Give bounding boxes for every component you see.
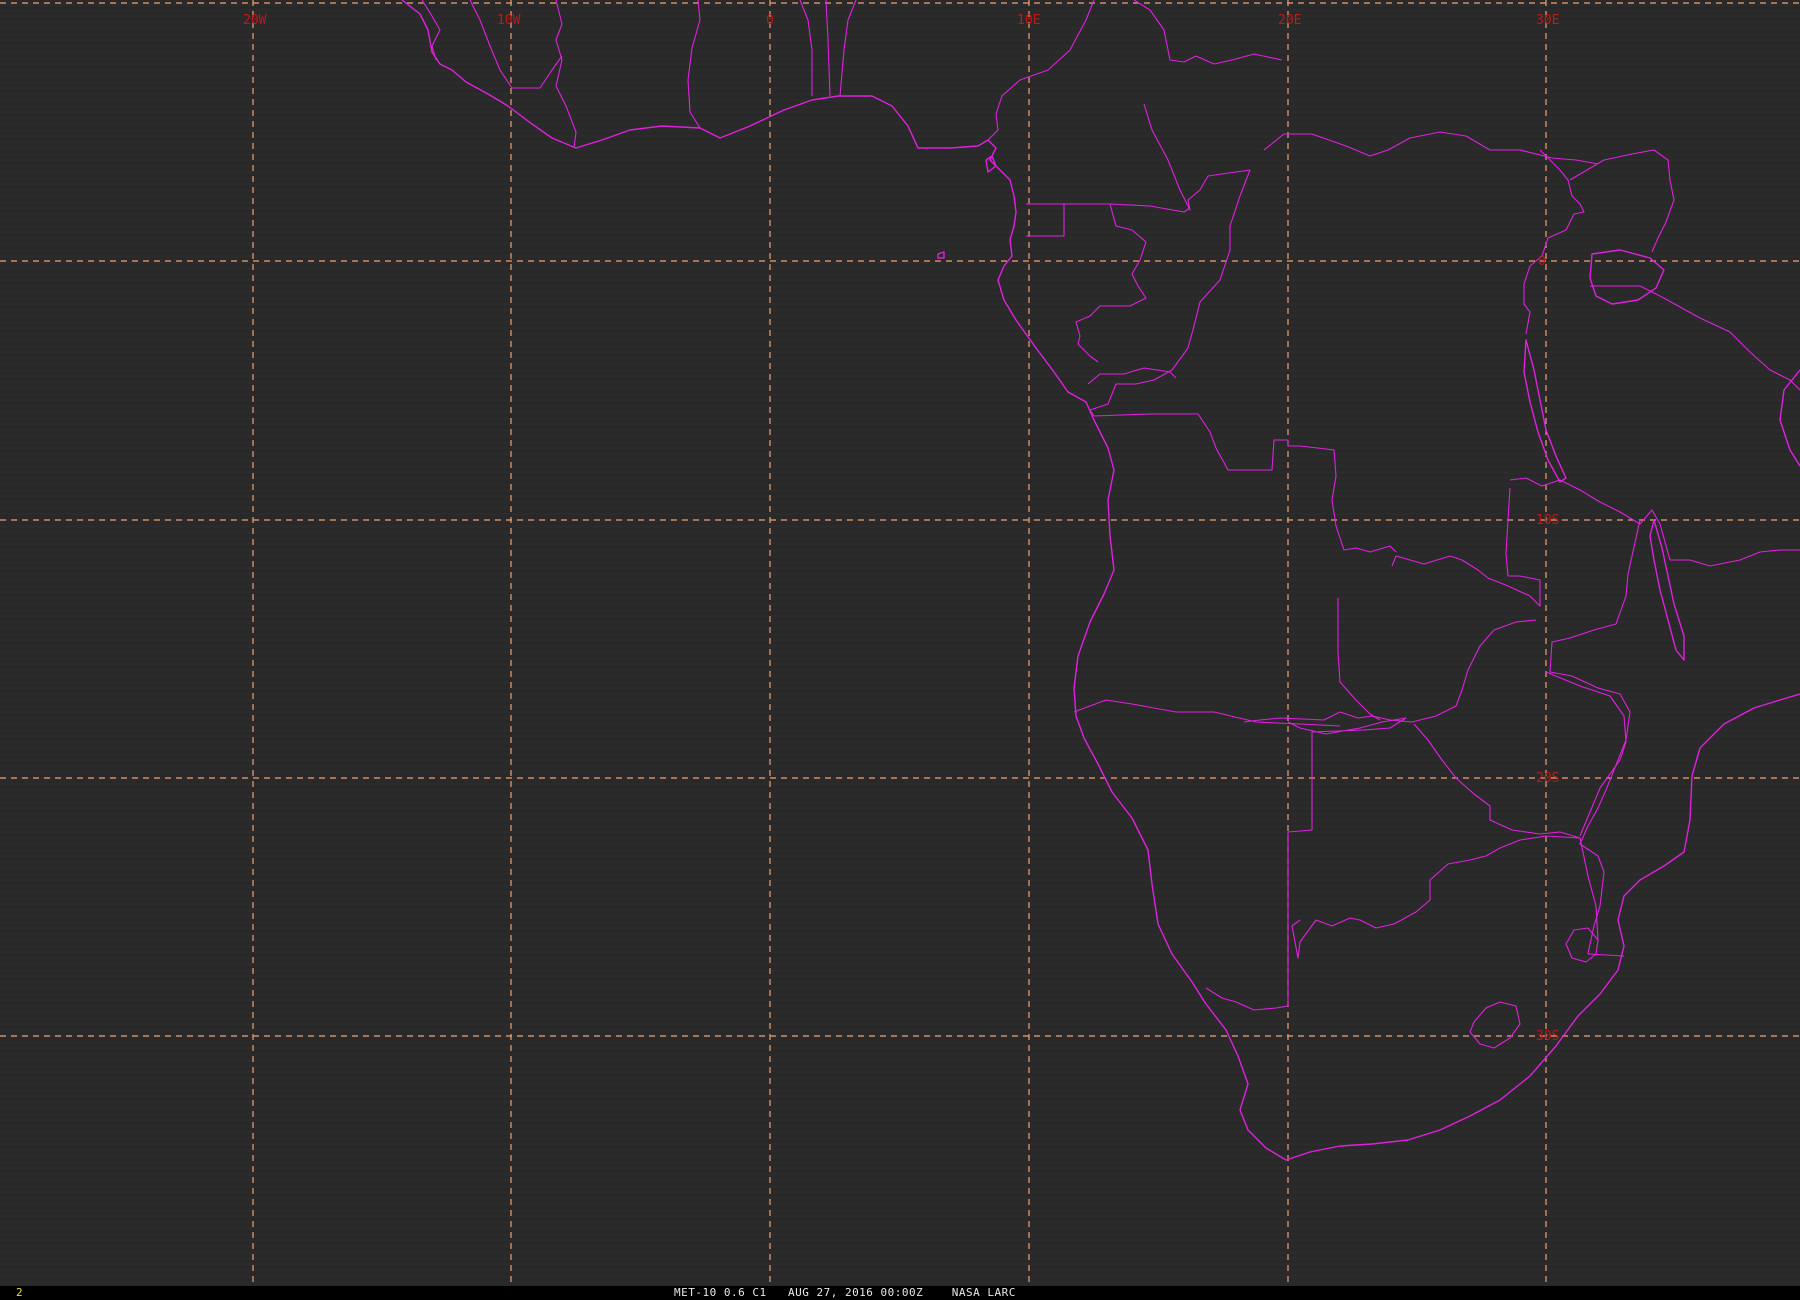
border-drc-east (1263, 131, 1599, 165)
border-west-africa-7 (839, 0, 857, 97)
border-nigeria-cameroon (987, 0, 1095, 141)
sao-tome-island (937, 251, 945, 259)
border-namibia-botswana (1287, 717, 1407, 830)
satellite-image-viewer[interactable]: 20W 10W 0 10E 20E 30E 0 10S 20S 30S 2 ME… (0, 0, 1800, 1300)
madagascar-edge (1779, 369, 1800, 467)
frame-number: 2 (16, 1286, 23, 1299)
longitude-gridlines (252, 0, 1547, 1286)
lat-label-20s: 20S (1536, 771, 1559, 786)
map-canvas[interactable]: 20W 10W 0 10E 20E 30E 0 10S 20S 30S (0, 0, 1800, 1300)
lon-label-10e: 10E (1017, 13, 1040, 28)
border-zambia-tanzania (1509, 477, 1561, 487)
lon-label-30e: 30E (1536, 13, 1559, 28)
border-west-africa-6 (825, 0, 831, 97)
lat-label-0: 0 (1538, 254, 1546, 269)
border-lesotho (1469, 1001, 1521, 1049)
lake-tanganyika (1523, 339, 1567, 483)
border-west-africa-3 (555, 0, 577, 149)
border-angola-north (1089, 409, 1397, 553)
border-tanzania-north (1590, 285, 1800, 391)
border-car-south (1143, 103, 1251, 211)
latitude-gridlines (0, 2, 1800, 1037)
border-botswana-south-africa (1291, 835, 1581, 959)
lon-label-0: 0 (766, 13, 774, 28)
border-gabon (1026, 203, 1065, 237)
border-drc-south-west (1087, 367, 1177, 385)
latitude-labels: 0 10S 20S 30S (1536, 254, 1559, 1044)
longitude-labels: 20W 10W 0 10E 20E 30E (243, 13, 1559, 28)
lake-victoria (1589, 249, 1665, 305)
border-cameroon-gabon (1064, 203, 1191, 213)
border-eswatini (1565, 927, 1599, 963)
border-west-africa-5 (799, 0, 813, 96)
border-tanzania-south (1559, 479, 1800, 567)
lake-malawi (1649, 519, 1685, 661)
border-malawi-mozambique (1549, 519, 1641, 957)
lat-label-10s: 10S (1536, 513, 1559, 528)
coastlines (401, 0, 1800, 1161)
border-angola-namibia (1073, 699, 1341, 727)
lon-label-20e: 20E (1278, 13, 1301, 28)
border-angola-zambia (1337, 598, 1381, 721)
border-zambia-drc (1391, 487, 1541, 607)
border-south-africa-mozambique (1579, 837, 1599, 941)
border-west-africa-4 (687, 0, 701, 129)
status-bar: 2 MET-10 0.6 C1 AUG 27, 2016 00:00Z NASA… (0, 1286, 1800, 1300)
lon-label-10w: 10W (497, 13, 521, 28)
border-west-africa-1 (421, 0, 441, 61)
border-chad-car (1133, 0, 1283, 65)
border-zimbabwe-mozambique (1545, 671, 1627, 837)
lon-label-20w: 20W (243, 13, 267, 28)
border-namibia-south (1205, 829, 1313, 1011)
image-caption: MET-10 0.6 C1 AUG 27, 2016 00:00Z NASA L… (674, 1286, 1016, 1299)
border-congo-gabon (1075, 203, 1147, 363)
country-borders (421, 0, 1800, 1049)
africa-coastline (401, 0, 1800, 1161)
border-uganda-kenya (1569, 149, 1675, 253)
lat-label-30s: 30S (1536, 1029, 1559, 1044)
